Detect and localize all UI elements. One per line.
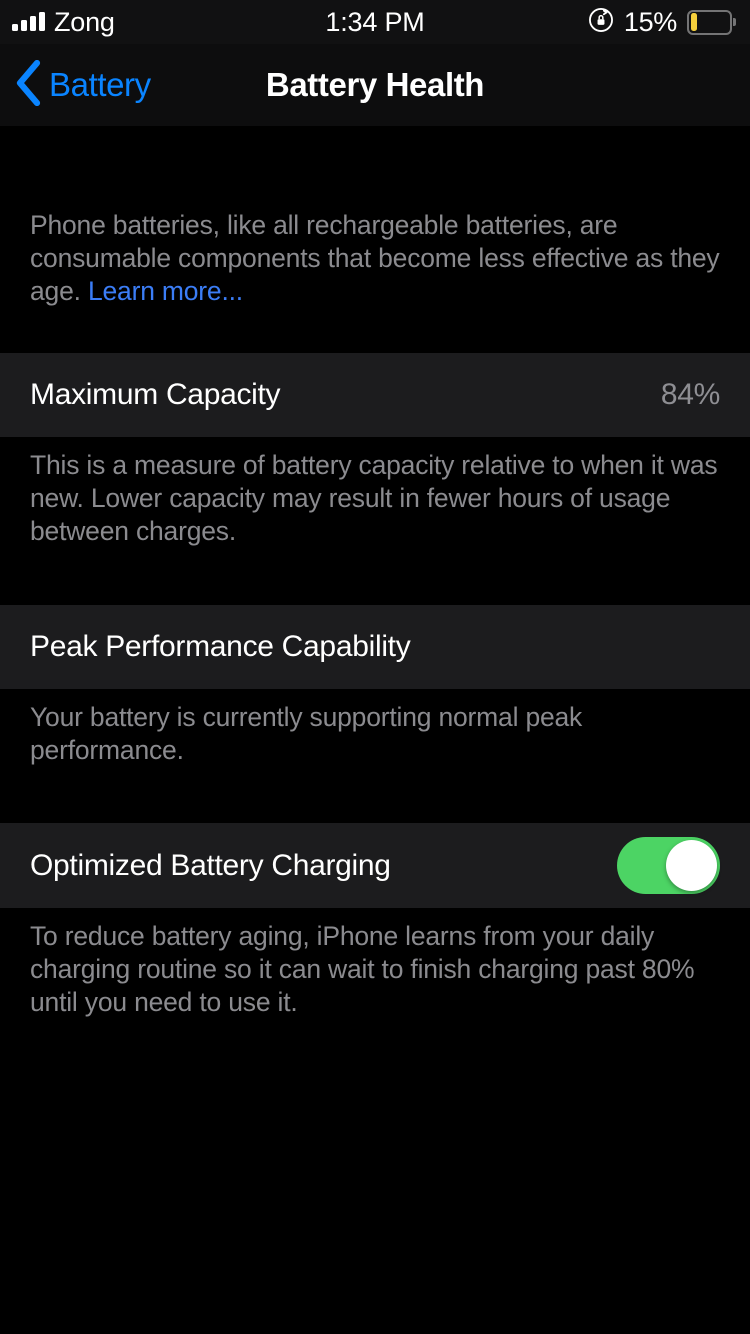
spacer-after-intro bbox=[0, 308, 750, 330]
toggle-knob bbox=[666, 840, 717, 891]
maximum-capacity-row[interactable]: Maximum Capacity 84% bbox=[0, 353, 750, 437]
back-button[interactable]: Battery bbox=[0, 59, 151, 111]
content-area: Phone batteries, like all rechargeable b… bbox=[0, 126, 750, 1033]
rotation-lock-icon bbox=[588, 7, 614, 38]
battery-health-screen: Zong 1:34 PM 15% Battery Battery Health … bbox=[0, 0, 750, 1334]
optimized-battery-charging-footnote: To reduce battery aging, iPhone learns f… bbox=[30, 921, 695, 1017]
chevron-left-icon bbox=[14, 59, 42, 111]
maximum-capacity-value: 84% bbox=[660, 378, 720, 411]
top-spacer bbox=[0, 126, 750, 209]
back-button-label: Battery bbox=[49, 66, 151, 103]
peak-performance-row[interactable]: Peak Performance Capability bbox=[0, 605, 750, 689]
navigation-bar: Battery Battery Health bbox=[0, 44, 750, 126]
battery-icon bbox=[687, 9, 736, 35]
status-bar-right: 15% bbox=[588, 7, 736, 38]
optimized-battery-charging-label: Optimized Battery Charging bbox=[30, 848, 391, 882]
carrier-label: Zong bbox=[54, 6, 115, 37]
optimized-battery-charging-row[interactable]: Optimized Battery Charging bbox=[0, 823, 750, 908]
maximum-capacity-label: Maximum Capacity bbox=[30, 378, 281, 411]
optimized-battery-charging-toggle[interactable] bbox=[617, 837, 720, 894]
intro-footnote: Phone batteries, like all rechargeable b… bbox=[0, 209, 750, 308]
learn-more-link[interactable]: Learn more... bbox=[88, 276, 243, 306]
peak-performance-label: Peak Performance Capability bbox=[30, 630, 411, 663]
signal-bars-icon bbox=[12, 12, 45, 32]
maximum-capacity-footnote: This is a measure of battery capacity re… bbox=[30, 450, 718, 546]
battery-percent-label: 15% bbox=[623, 6, 677, 37]
clock-label: 1:34 PM bbox=[325, 6, 425, 37]
peak-performance-footnote: Your battery is currently supporting nor… bbox=[30, 702, 583, 765]
status-bar: Zong 1:34 PM 15% bbox=[0, 0, 750, 44]
status-bar-left: Zong bbox=[12, 6, 115, 37]
